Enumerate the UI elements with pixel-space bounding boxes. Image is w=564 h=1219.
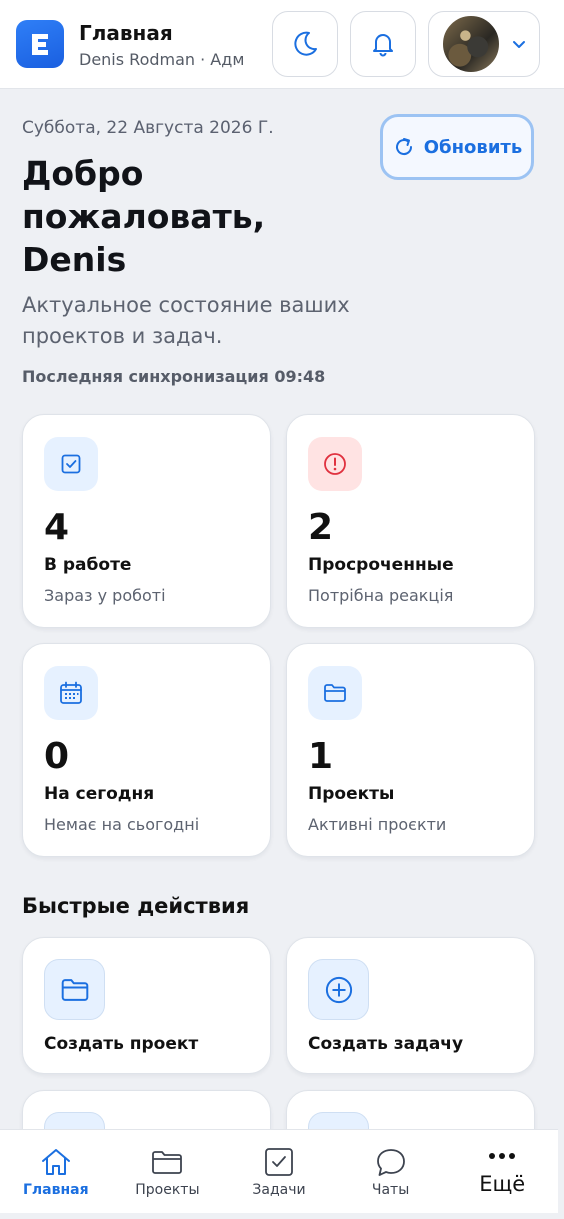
stat-value: 2 [308,507,334,548]
nav-item-home[interactable]: Главная [0,1130,112,1213]
stat-value: 4 [44,507,70,548]
chevron-down-icon [513,41,525,48]
nav-item-projects[interactable]: Проекты [112,1130,224,1213]
welcome-heading: Добро пожаловать, Denis [22,154,266,279]
stat-label: Проекты [308,784,395,804]
stat-value: 0 [44,736,70,777]
checkbox-icon [44,437,98,491]
stat-subtitle: Зараз у роботі [44,586,166,605]
action-label: Создать задачу [308,1034,464,1054]
folder-icon [308,666,362,720]
nav-label: Ещё [479,1172,526,1196]
app-header: Главная Denis Rodman · Адм [0,0,564,89]
stat-card-today[interactable]: 0 На сегодня Немає на сьогодні [22,643,271,857]
avatar [441,14,501,74]
stat-card-projects[interactable]: 1 Проекты Активні проєкти [286,643,535,857]
user-subtitle: Denis Rodman · Адм [79,50,245,69]
create-task-button[interactable]: Создать задачу [286,937,535,1074]
stat-label: На сегодня [44,784,155,804]
home-icon [41,1149,70,1175]
theme-toggle-button[interactable] [272,11,338,77]
checkbox-icon [265,1148,293,1176]
profile-menu-button[interactable] [428,11,540,77]
calendar-icon [44,666,98,720]
nav-item-tasks[interactable]: Задачи [223,1130,335,1213]
nav-label: Главная [23,1182,89,1198]
app-logo-icon[interactable] [16,20,64,68]
stat-subtitle: Немає на сьогодні [44,815,200,834]
refresh-icon [395,138,412,156]
create-project-button[interactable]: Создать проект [22,937,271,1074]
moon-icon [294,31,317,56]
action-label: Создать проект [44,1034,199,1054]
refresh-button[interactable]: Обновить [380,114,534,180]
stat-value: 1 [308,736,334,777]
notifications-button[interactable] [350,11,416,77]
nav-label: Задачи [252,1182,306,1198]
folder-icon [152,1151,183,1174]
folder-icon [44,959,105,1020]
last-sync-text: Последняя синхронизация 09:48 [22,367,326,386]
nav-label: Проекты [135,1182,200,1198]
more-icon [489,1153,516,1159]
welcome-description: Актуальное состояние ваших проектов и за… [22,293,350,348]
refresh-label: Обновить [423,136,523,158]
nav-label: Чаты [371,1182,410,1198]
bell-icon [373,34,393,57]
page-title: Главная [79,21,173,45]
quick-actions-title: Быстрые действия [22,894,250,918]
stat-subtitle: Потрібна реакція [308,586,454,605]
stat-card-in-progress[interactable]: 4 В работе Зараз у роботі [22,414,271,628]
plus-circle-icon [308,959,369,1020]
chat-icon [376,1149,405,1176]
alert-circle-icon [308,437,362,491]
nav-item-chats[interactable]: Чаты [335,1130,447,1213]
stat-subtitle: Активні проєкти [308,815,447,834]
bottom-navigation: Главная Проекты Задачи Чаты Ещё [0,1129,558,1213]
stat-label: В работе [44,555,132,575]
stat-card-overdue[interactable]: 2 Просроченные Потрібна реакція [286,414,535,628]
nav-item-more[interactable]: Ещё [446,1130,558,1213]
stat-label: Просроченные [308,555,454,575]
current-date: Суббота, 22 Августа 2026 Г. [22,118,274,138]
